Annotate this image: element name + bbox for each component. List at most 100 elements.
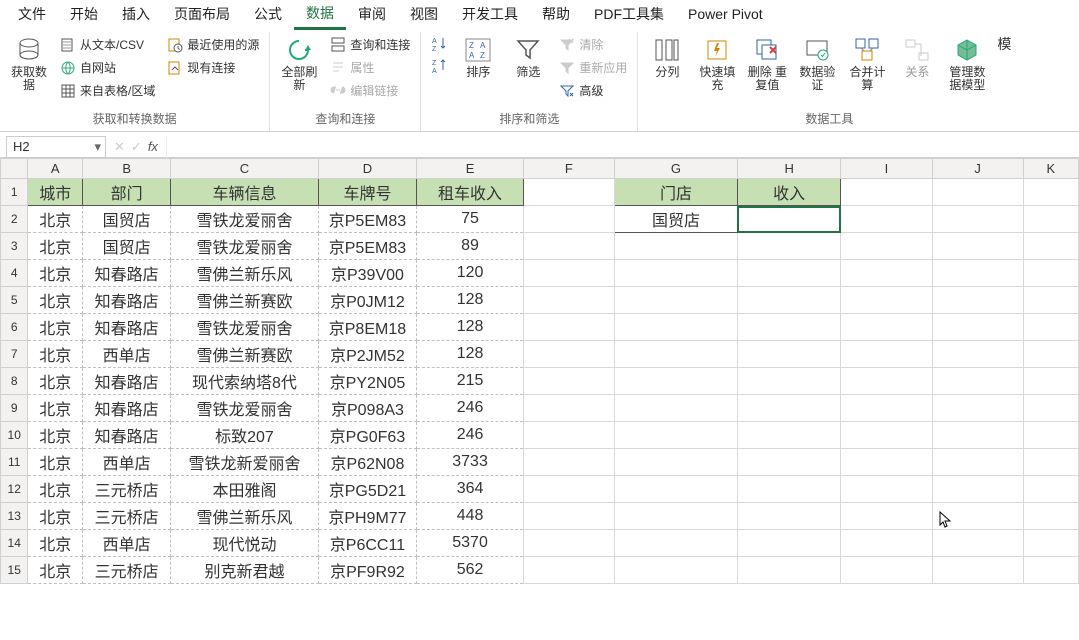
col-header-K[interactable]: K: [1023, 159, 1078, 179]
cell[interactable]: [932, 476, 1023, 503]
cell[interactable]: 北京: [28, 449, 83, 476]
cell[interactable]: 别克新君越: [171, 557, 318, 584]
cell[interactable]: 部门: [83, 179, 171, 206]
cell[interactable]: 京P8EM18: [318, 314, 417, 341]
cell[interactable]: 雪铁龙爱丽舍: [171, 314, 318, 341]
row-header[interactable]: 6: [1, 314, 28, 341]
row-header[interactable]: 5: [1, 287, 28, 314]
cell[interactable]: 租车收入: [417, 179, 523, 206]
cell[interactable]: [841, 206, 932, 233]
consolidate-button[interactable]: 合并计算: [844, 34, 890, 94]
cell[interactable]: [1023, 530, 1078, 557]
row-header[interactable]: 10: [1, 422, 28, 449]
row-header[interactable]: 3: [1, 233, 28, 260]
cell[interactable]: [615, 530, 738, 557]
col-header-J[interactable]: J: [932, 159, 1023, 179]
formula-input[interactable]: [166, 136, 1079, 158]
cell[interactable]: [932, 422, 1023, 449]
selected-cell[interactable]: [737, 206, 840, 233]
cell[interactable]: 京PH9M77: [318, 503, 417, 530]
cell[interactable]: [932, 206, 1023, 233]
row-header[interactable]: 14: [1, 530, 28, 557]
row-header[interactable]: 1: [1, 179, 28, 206]
cell[interactable]: [1023, 287, 1078, 314]
cell[interactable]: [737, 476, 840, 503]
cell[interactable]: 收入: [737, 179, 840, 206]
cell[interactable]: 现代索纳塔8代: [171, 368, 318, 395]
cell[interactable]: [523, 206, 614, 233]
cell[interactable]: [1023, 557, 1078, 584]
cell[interactable]: [615, 557, 738, 584]
cell[interactable]: [841, 287, 932, 314]
col-header-B[interactable]: B: [83, 159, 171, 179]
cell[interactable]: [523, 422, 614, 449]
cell[interactable]: [1023, 395, 1078, 422]
flash-fill-button[interactable]: 快速填充: [694, 34, 740, 94]
cell[interactable]: 雪佛兰新乐风: [171, 260, 318, 287]
cell[interactable]: 京P62N08: [318, 449, 417, 476]
menu-item-公式[interactable]: 公式: [242, 0, 294, 28]
cell[interactable]: 75: [417, 206, 523, 233]
cell[interactable]: 京PF9R92: [318, 557, 417, 584]
menu-item-插入[interactable]: 插入: [110, 0, 162, 28]
cell[interactable]: 京P0JM12: [318, 287, 417, 314]
chevron-down-icon[interactable]: ▾: [94, 139, 105, 155]
text-to-col-button[interactable]: 分列: [644, 34, 690, 81]
col-header-D[interactable]: D: [318, 159, 417, 179]
cell[interactable]: 现代悦动: [171, 530, 318, 557]
data-validation-button[interactable]: 数据验 证: [794, 34, 840, 94]
from-web-button[interactable]: 自网站: [56, 57, 159, 78]
cell[interactable]: [841, 422, 932, 449]
cell[interactable]: 北京: [28, 206, 83, 233]
col-header-G[interactable]: G: [615, 159, 738, 179]
cell[interactable]: 三元桥店: [83, 503, 171, 530]
cell[interactable]: [932, 341, 1023, 368]
cell[interactable]: 5370: [417, 530, 523, 557]
cell[interactable]: [523, 449, 614, 476]
confirm-icon[interactable]: ✓: [131, 139, 142, 155]
cell[interactable]: 国贸店: [615, 206, 738, 233]
col-header-E[interactable]: E: [417, 159, 523, 179]
cell[interactable]: 北京: [28, 314, 83, 341]
row-header[interactable]: 12: [1, 476, 28, 503]
cell[interactable]: [932, 233, 1023, 260]
cell[interactable]: 雪铁龙爱丽舍: [171, 206, 318, 233]
cell[interactable]: [932, 179, 1023, 206]
cell[interactable]: 北京: [28, 422, 83, 449]
cell[interactable]: [615, 476, 738, 503]
cell[interactable]: [932, 368, 1023, 395]
cell[interactable]: [932, 530, 1023, 557]
cell[interactable]: [1023, 260, 1078, 287]
menu-item-审阅[interactable]: 审阅: [346, 0, 398, 28]
cell[interactable]: [1023, 449, 1078, 476]
cell[interactable]: [1023, 314, 1078, 341]
cell[interactable]: [615, 314, 738, 341]
cell[interactable]: [932, 287, 1023, 314]
cell[interactable]: [841, 476, 932, 503]
cell[interactable]: [615, 341, 738, 368]
cell[interactable]: 北京: [28, 530, 83, 557]
cell[interactable]: [523, 287, 614, 314]
sort-az-button[interactable]: AZ: [427, 34, 451, 54]
cell[interactable]: [1023, 368, 1078, 395]
cell[interactable]: [615, 287, 738, 314]
more-button[interactable]: 模: [994, 34, 1014, 53]
sort-za-button[interactable]: ZA: [427, 56, 451, 76]
cell[interactable]: [737, 530, 840, 557]
cell[interactable]: 562: [417, 557, 523, 584]
from-csv-button[interactable]: 从文本/CSV: [56, 34, 159, 55]
cell[interactable]: [1023, 179, 1078, 206]
cell[interactable]: [615, 395, 738, 422]
cell[interactable]: [841, 449, 932, 476]
cell[interactable]: [932, 503, 1023, 530]
cell[interactable]: 西单店: [83, 341, 171, 368]
cell[interactable]: [523, 233, 614, 260]
cell[interactable]: 国贸店: [83, 233, 171, 260]
cell[interactable]: [841, 368, 932, 395]
cell[interactable]: [841, 233, 932, 260]
cell[interactable]: 128: [417, 314, 523, 341]
row-header[interactable]: 8: [1, 368, 28, 395]
cell[interactable]: [523, 476, 614, 503]
cell[interactable]: [1023, 341, 1078, 368]
cell[interactable]: 知春路店: [83, 395, 171, 422]
